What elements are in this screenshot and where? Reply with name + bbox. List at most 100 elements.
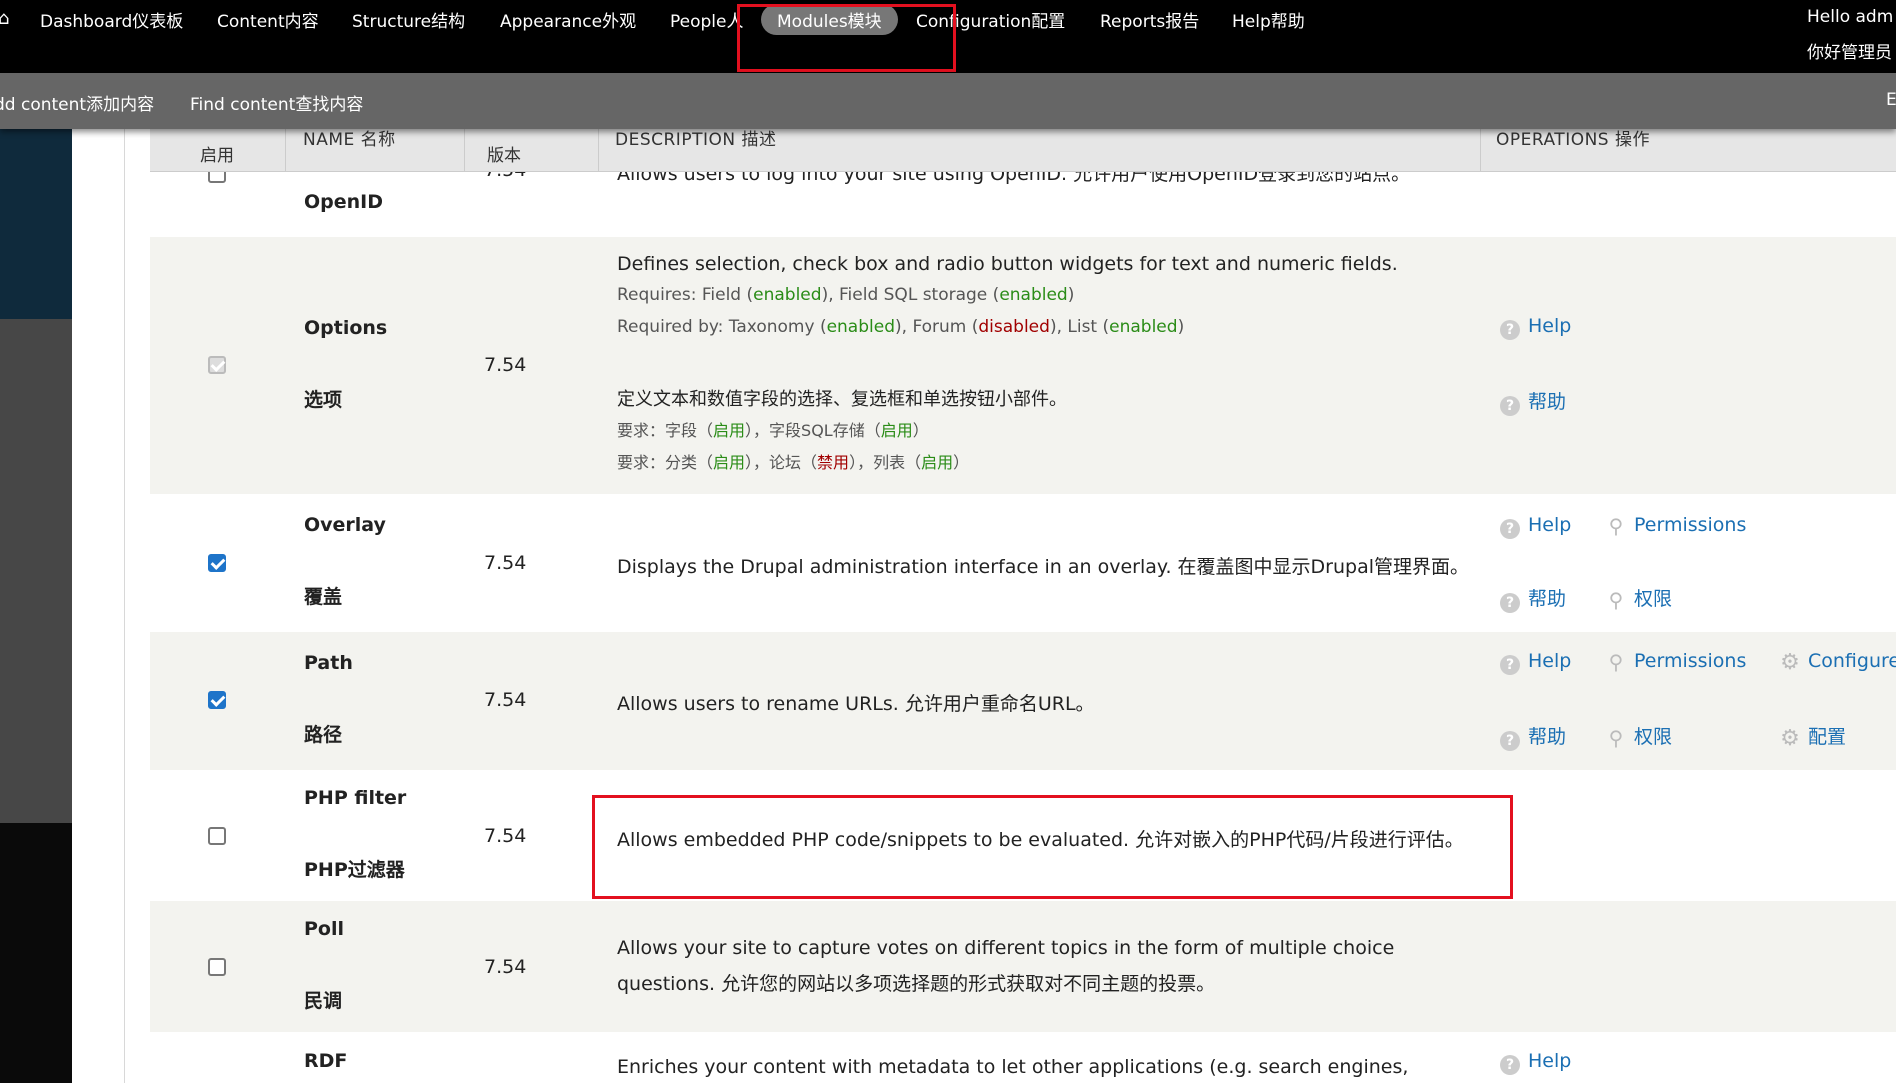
module-description-cn: 定义文本和数值字段的选择、复选框和单选按钮小部件。 [617, 389, 1067, 410]
header-enabled: 启用 [200, 146, 234, 166]
help-link-label-cn: 帮助 [1528, 391, 1567, 413]
help-link-label: Help [1528, 650, 1572, 672]
user-greeting[interactable]: Hello adm [1807, 7, 1893, 27]
key-icon: ⚲ [1608, 726, 1624, 750]
configure-link-label: Configure [1808, 650, 1896, 672]
status-enabled: 启用 [713, 453, 746, 472]
status-enabled: 启用 [880, 421, 913, 440]
menu-content[interactable]: Content内容 [217, 7, 319, 32]
permissions-link-cn[interactable]: ⚲ 权限 [1606, 722, 1672, 749]
help-link[interactable]: ? Help [1500, 514, 1571, 539]
shortcuts-bar: dd content添加内容 Find content查找内容 E [0, 73, 1896, 129]
module-name: Overlay [304, 514, 386, 536]
help-icon: ? [1500, 1055, 1520, 1075]
permissions-link-cn[interactable]: ⚲ 权限 [1606, 584, 1672, 611]
requires-text: ) [1067, 285, 1075, 305]
status-enabled: enabled [1109, 317, 1178, 337]
help-link[interactable]: ? Help [1500, 650, 1571, 675]
help-icon: ? [1500, 519, 1520, 539]
menu-dashboard[interactable]: Dashboard仪表板 [40, 7, 183, 32]
page-border [124, 129, 125, 1083]
user-greeting-cn: 你好管理员 [1807, 43, 1892, 63]
module-name-cn: 路径 [304, 724, 343, 746]
shortcut-add-content[interactable]: dd content添加内容 [0, 90, 154, 115]
module-row-rdf: RDF Enriches your content with metadata … [150, 1032, 1896, 1083]
required-by-text-cn: ） [953, 453, 970, 472]
module-description: Allows your site to capture votes on dif… [617, 937, 1395, 959]
module-name-cn: PHP过滤器 [304, 859, 405, 881]
module-description: Allows users to rename URLs. 允许用户重命名URL。 [617, 693, 1095, 715]
menu-appearance[interactable]: Appearance外观 [500, 7, 636, 32]
help-link-cn[interactable]: ? 帮助 [1500, 722, 1566, 751]
key-icon: ⚲ [1608, 588, 1624, 612]
help-link-cn[interactable]: ? 帮助 [1500, 584, 1566, 613]
module-row-path: Path 路径 7.54 Allows users to rename URLs… [150, 632, 1896, 770]
module-required-by-cn: 要求：分类（启用），论坛（禁用），列表（启用） [617, 449, 969, 473]
required-by-text: ) [1177, 317, 1185, 337]
module-checkbox-poll[interactable] [208, 958, 226, 976]
required-by-label: Required by: Taxonomy ( [617, 317, 827, 337]
module-name: Poll [304, 918, 345, 940]
menu-people[interactable]: People人 [670, 7, 743, 32]
gear-icon: ⚙ [1780, 650, 1800, 675]
module-name: OpenID [304, 191, 384, 213]
key-icon: ⚲ [1608, 650, 1624, 674]
user-greeting-text: Hello adm [1807, 7, 1894, 27]
help-link-label: Help [1528, 315, 1572, 337]
permissions-link[interactable]: ⚲ Permissions [1606, 650, 1747, 674]
module-name-cn: 选项 [304, 389, 343, 411]
status-enabled: 启用 [921, 453, 954, 472]
module-checkbox-path[interactable] [208, 691, 226, 709]
module-description: Defines selection, check box and radio b… [617, 253, 1398, 275]
shortcut-find-content[interactable]: Find content查找内容 [190, 90, 363, 115]
status-disabled: disabled [978, 317, 1050, 337]
configure-link-cn[interactable]: ⚙ 配置 [1780, 722, 1847, 751]
help-icon: ? [1500, 320, 1520, 340]
menu-help[interactable]: Help帮助 [1232, 7, 1305, 32]
module-version: 7.54 [484, 956, 527, 978]
module-name: RDF [304, 1050, 348, 1072]
module-description: Enriches your content with metadata to l… [617, 1056, 1409, 1078]
menu-reports[interactable]: Reports报告 [1100, 7, 1199, 32]
module-checkbox-options [208, 356, 226, 374]
module-version: 7.54 [484, 689, 527, 711]
permissions-link-label-cn: 权限 [1634, 588, 1673, 610]
module-checkbox-php-filter[interactable] [208, 827, 226, 845]
requires-text-cn: ） [912, 421, 929, 440]
home-icon[interactable]: ⌂ [0, 8, 9, 29]
overlay-backdrop-blue [0, 129, 72, 319]
required-by-label-cn: 要求：分类（ [617, 453, 714, 472]
permissions-link[interactable]: ⚲ Permissions [1606, 514, 1747, 536]
requires-text: ), Field SQL storage ( [821, 285, 1000, 305]
module-row-poll: Poll 民调 7.54 Allows your site to capture… [150, 901, 1896, 1032]
module-checkbox-overlay[interactable] [208, 554, 226, 572]
help-link-cn[interactable]: ? 帮助 [1500, 387, 1566, 416]
permissions-link-label: Permissions [1634, 514, 1747, 536]
permissions-link-label: Permissions [1634, 650, 1747, 672]
module-name-cn: 民调 [304, 990, 343, 1012]
module-version: 7.54 [484, 552, 527, 574]
overlay-backdrop-grey [0, 319, 72, 823]
module-name: Path [304, 652, 353, 674]
required-by-text-cn: ），论坛（ [745, 453, 818, 472]
header-version: 版本 [487, 146, 521, 166]
help-link[interactable]: ? Help [1500, 315, 1571, 340]
gear-icon: ⚙ [1780, 726, 1800, 751]
required-by-text: ), List ( [1049, 317, 1110, 337]
module-description: questions. 允许您的网站以多项选择题的形式获取对不同主题的投票。 [617, 973, 1216, 995]
help-icon: ? [1500, 731, 1520, 751]
module-version: 7.54 [484, 825, 527, 847]
requires-text-cn: ），字段SQL存储（ [745, 421, 881, 440]
help-link[interactable]: ? Help [1500, 1050, 1571, 1075]
help-link-label: Help [1528, 514, 1572, 536]
edit-shortcuts-link[interactable]: E [1886, 90, 1896, 110]
module-name: PHP filter [304, 787, 407, 809]
menu-structure[interactable]: Structure结构 [352, 7, 465, 32]
module-description: Displays the Drupal administration inter… [617, 556, 1469, 578]
permissions-link-label-cn: 权限 [1634, 726, 1673, 748]
configure-link-label-cn: 配置 [1808, 726, 1847, 748]
configure-link[interactable]: ⚙ Configure [1780, 650, 1896, 675]
module-row-overlay: Overlay 覆盖 7.54 Displays the Drupal admi… [150, 494, 1896, 632]
status-enabled: enabled [826, 317, 895, 337]
help-icon: ? [1500, 655, 1520, 675]
